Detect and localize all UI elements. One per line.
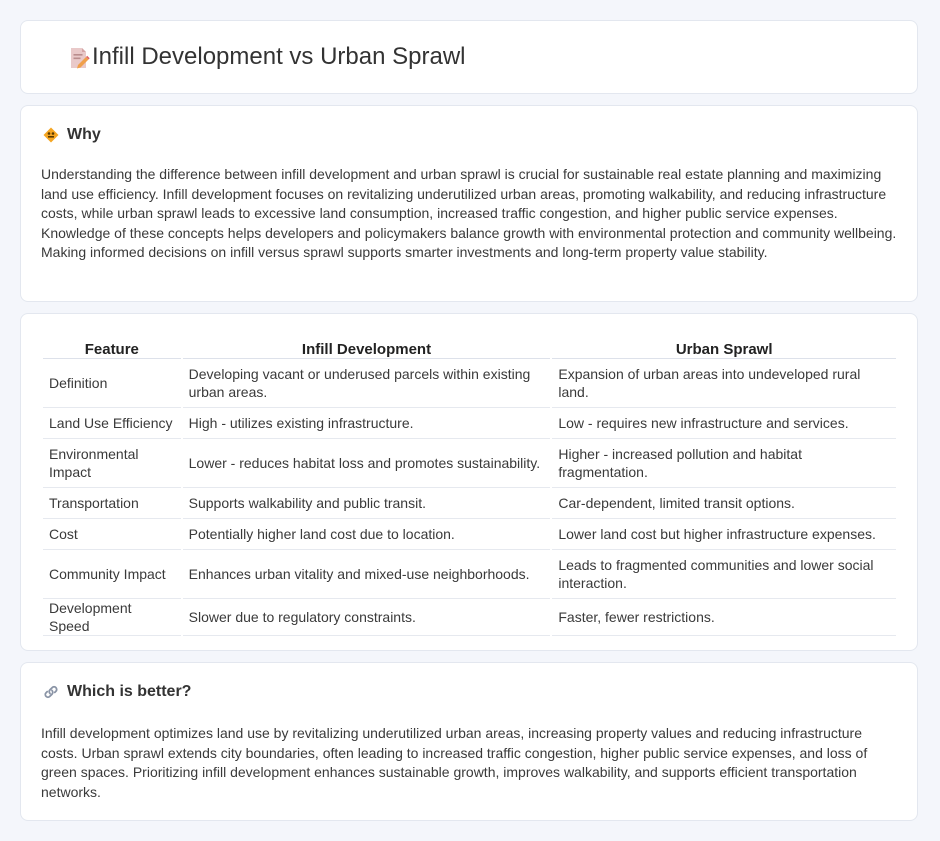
why-text: Understanding the difference between inf… (41, 166, 897, 260)
why-title: Why (67, 126, 101, 143)
table-header-row: Feature Infill Development Urban Sprawl (43, 334, 896, 359)
table-row: Community Impact Enhances urban vitality… (43, 550, 896, 599)
infill-cell: Lower - reduces habitat loss and promote… (182, 439, 551, 488)
which-is-better-section: Which is better? Infill development opti… (20, 662, 918, 821)
column-header-sprawl: Urban Sprawl (552, 334, 896, 359)
infill-cell: Enhances urban vitality and mixed-use ne… (182, 550, 551, 599)
table-row: Development Speed Slower due to regulato… (43, 599, 896, 636)
sprawl-cell: Lower land cost but higher infrastructur… (552, 519, 896, 550)
infill-cell: Slower due to regulatory constraints. (182, 599, 551, 636)
sprawl-cell: Leads to fragmented communities and lowe… (552, 550, 896, 599)
sprawl-cell: Car-dependent, limited transit options. (552, 488, 896, 519)
infill-cell: Developing vacant or underused parcels w… (182, 359, 551, 408)
better-heading: Which is better? (43, 683, 191, 701)
link-icon (44, 685, 58, 699)
table-row: Definition Developing vacant or underuse… (43, 359, 896, 408)
feature-cell: Cost (43, 519, 181, 550)
page-title: Infill Development vs Urban Sprawl (92, 43, 466, 70)
comparison-table: Feature Infill Development Urban Sprawl … (41, 334, 898, 636)
column-header-feature: Feature (43, 334, 181, 359)
better-title: Which is better? (67, 683, 192, 700)
sprawl-cell: Expansion of urban areas into undevelope… (552, 359, 896, 408)
better-text: Infill development optimizes land use by… (41, 725, 868, 800)
table-row: Environmental Impact Lower - reduces hab… (43, 439, 896, 488)
feature-cell: Definition (43, 359, 181, 408)
comparison-section: Feature Infill Development Urban Sprawl … (20, 313, 918, 651)
feature-cell: Environmental Impact (43, 439, 181, 488)
sprawl-cell: Higher - increased pollution and habitat… (552, 439, 896, 488)
table-row: Land Use Efficiency High - utilizes exis… (43, 408, 896, 439)
infill-cell: Supports walkability and public transit. (182, 488, 551, 519)
sprawl-cell: Faster, fewer restrictions. (552, 599, 896, 636)
header-card: Infill Development vs Urban Sprawl (20, 20, 918, 94)
feature-cell: Community Impact (43, 550, 181, 599)
feature-cell: Development Speed (43, 599, 181, 636)
infill-cell: High - utilizes existing infrastructure. (182, 408, 551, 439)
sprawl-cell: Low - requires new infrastructure and se… (552, 408, 896, 439)
feature-cell: Land Use Efficiency (43, 408, 181, 439)
document-pencil-icon (71, 48, 90, 69)
table-row: Cost Potentially higher land cost due to… (43, 519, 896, 550)
diamond-sign-icon (43, 127, 59, 143)
why-section: Why Understanding the difference between… (20, 105, 918, 302)
column-header-infill: Infill Development (182, 334, 551, 359)
why-heading: Why (43, 126, 101, 144)
table-row: Transportation Supports walkability and … (43, 488, 896, 519)
feature-cell: Transportation (43, 488, 181, 519)
infill-cell: Potentially higher land cost due to loca… (182, 519, 551, 550)
